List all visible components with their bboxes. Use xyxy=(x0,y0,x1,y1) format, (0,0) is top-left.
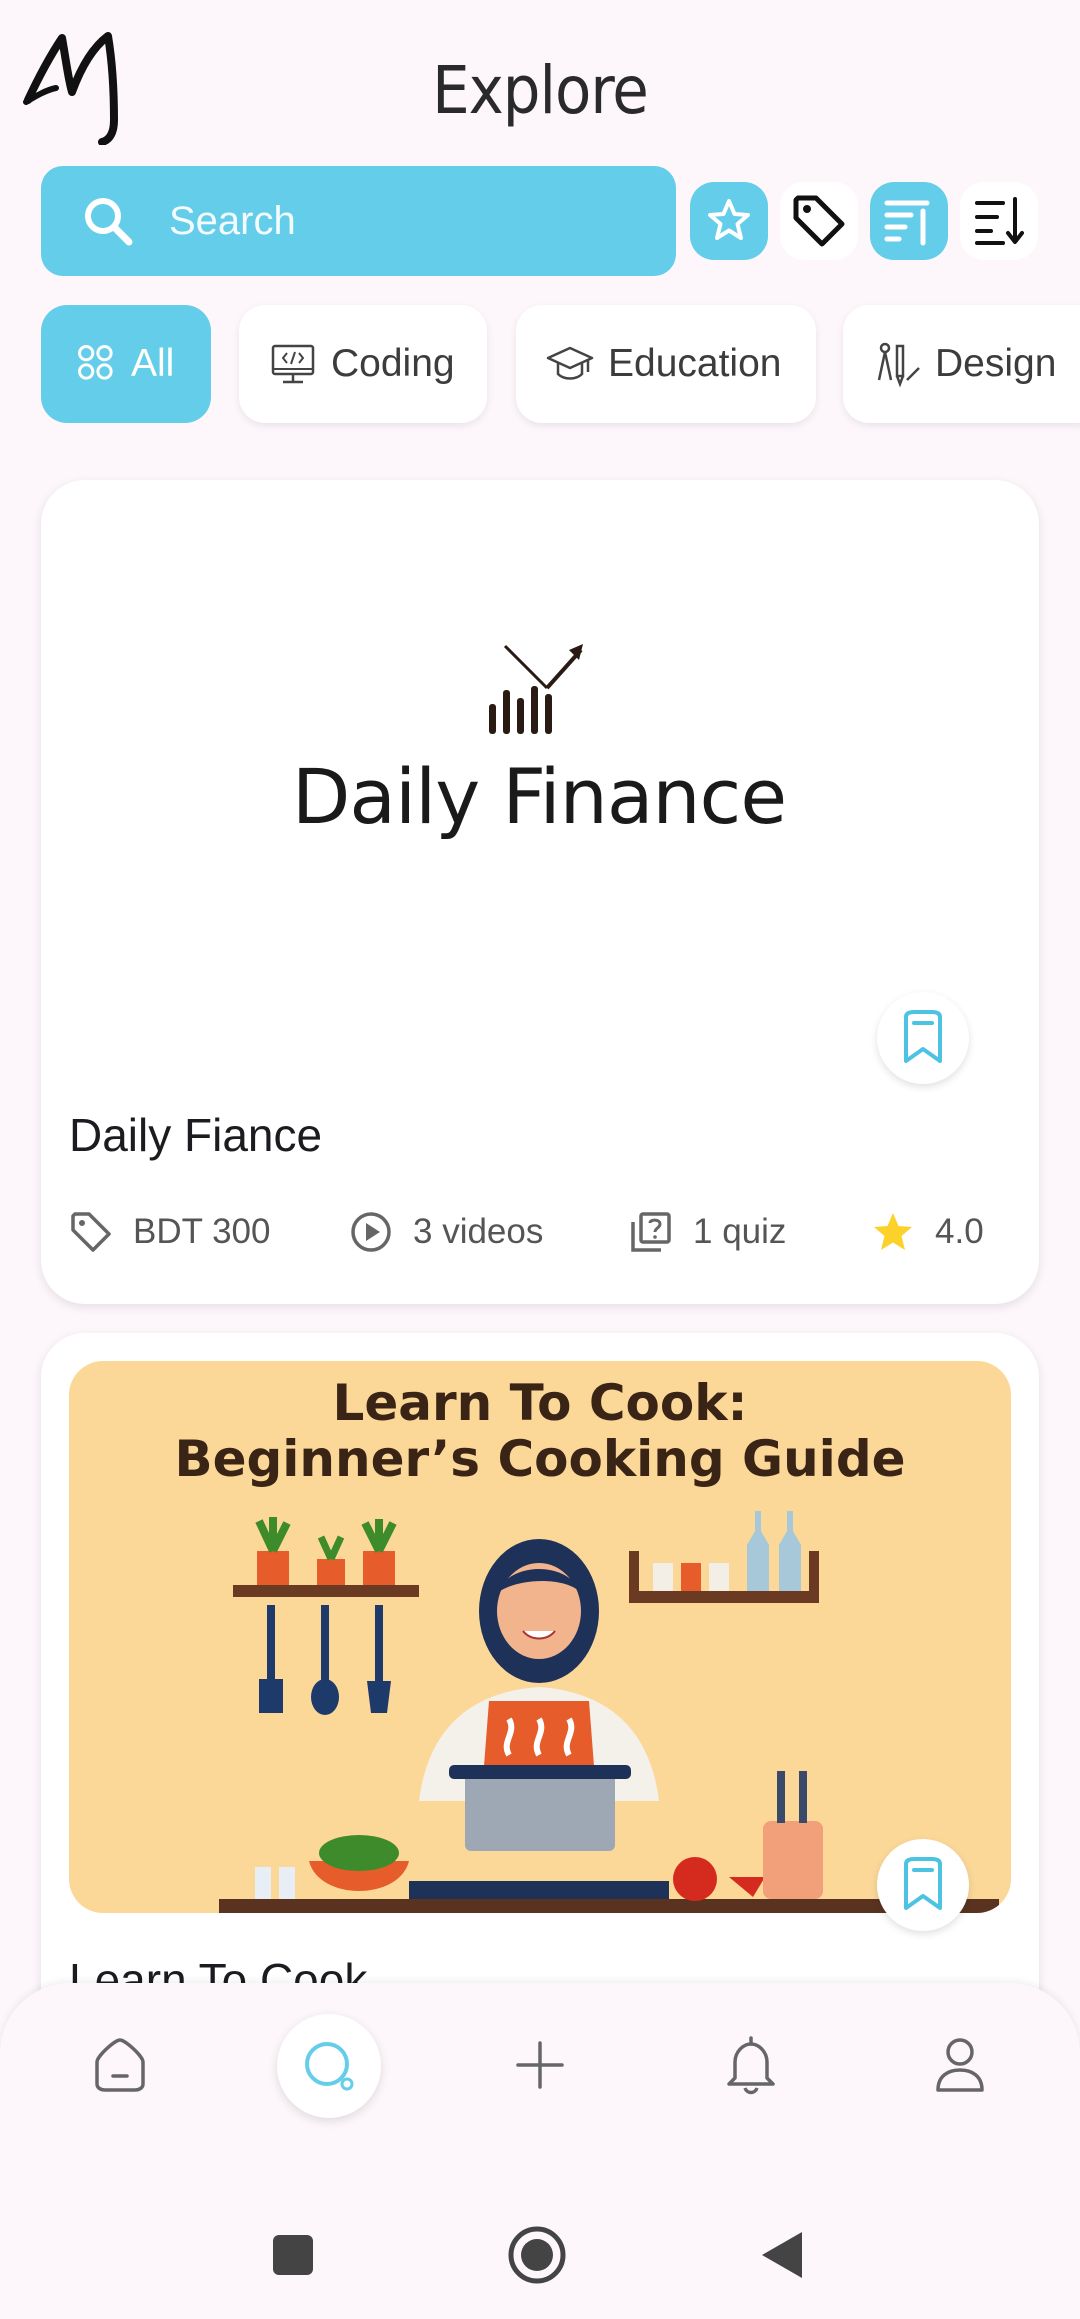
search-icon xyxy=(305,2042,354,2091)
back-button[interactable] xyxy=(746,2220,816,2290)
home-icon xyxy=(95,2038,145,2092)
thumbnail-heading: Daily Finance xyxy=(291,752,787,841)
recent-apps-button[interactable] xyxy=(258,2220,328,2290)
category-chip-all[interactable]: All xyxy=(41,305,211,423)
bookmark-icon xyxy=(904,1010,942,1063)
star-icon xyxy=(874,1213,912,1250)
page-title: Explore xyxy=(432,52,649,129)
course-price-label: BDT 300 xyxy=(133,1212,271,1251)
filter-icon xyxy=(884,200,930,246)
course-videos-label: 3 videos xyxy=(413,1212,544,1251)
category-label: All xyxy=(131,342,175,385)
bookmark-button[interactable] xyxy=(877,992,969,1084)
category-label: Education xyxy=(608,342,782,385)
tag-icon xyxy=(71,1212,111,1252)
graduation-cap-icon xyxy=(546,346,594,380)
course-title: Daily Fiance xyxy=(69,1109,323,1161)
category-chip-design[interactable]: Design xyxy=(843,305,1080,423)
price-filter-button[interactable] xyxy=(780,182,858,260)
search-icon xyxy=(85,198,133,246)
tag-icon xyxy=(793,195,845,247)
sort-icon xyxy=(975,197,1024,245)
thumbnail-heading-line1: Learn To Cook: xyxy=(332,1374,748,1432)
course-quiz-label: 1 quiz xyxy=(693,1212,787,1251)
cooking-illustration xyxy=(219,1511,999,1913)
sort-button[interactable] xyxy=(960,182,1038,260)
design-tools-icon xyxy=(877,342,920,388)
nav-home[interactable] xyxy=(85,2030,155,2100)
home-button[interactable] xyxy=(502,2220,572,2290)
category-label: Design xyxy=(935,342,1057,385)
user-icon xyxy=(936,2038,984,2092)
course-thumbnail: Learn To Cook: Beginner’s Cooking Guide xyxy=(69,1361,1011,1913)
plus-icon xyxy=(516,2041,564,2089)
category-chip-coding[interactable]: Coding xyxy=(239,305,487,423)
bookmark-icon xyxy=(904,1857,942,1910)
course-videos: 3 videos xyxy=(349,1210,543,1254)
circle-home-icon xyxy=(508,2226,566,2284)
category-chip-education[interactable]: Education xyxy=(516,305,816,423)
nav-explore[interactable] xyxy=(277,2014,381,2118)
favorites-filter-button[interactable] xyxy=(690,182,768,260)
nav-profile[interactable] xyxy=(925,2030,995,2100)
nav-notifications[interactable] xyxy=(716,2030,786,2100)
course-rating-label: 4.0 xyxy=(935,1212,984,1251)
course-card[interactable]: Daily Finance Daily Fiance BDT 300 3 vid… xyxy=(41,480,1039,1304)
play-circle-icon xyxy=(351,1212,391,1252)
thumbnail-heading-line2: Beginner’s Cooking Guide xyxy=(174,1430,906,1488)
finance-chart-logo-icon xyxy=(489,644,583,734)
nav-create[interactable] xyxy=(505,2030,575,2100)
course-rating: 4.0 xyxy=(871,1210,984,1254)
bell-icon xyxy=(727,2036,775,2095)
back-triangle-icon xyxy=(762,2232,802,2278)
course-price: BDT 300 xyxy=(69,1210,271,1254)
category-label: Coding xyxy=(331,342,455,385)
search-bar[interactable] xyxy=(41,166,676,276)
monitor-code-icon xyxy=(271,344,315,384)
star-icon xyxy=(708,199,750,240)
grid-icon xyxy=(78,345,113,380)
filter-button[interactable] xyxy=(870,182,948,260)
square-icon xyxy=(273,2235,313,2275)
course-thumbnail: Daily Finance xyxy=(69,510,1009,1070)
course-quiz: 1 quiz xyxy=(629,1210,786,1254)
course-card[interactable]: Learn To Cook: Beginner’s Cooking Guide xyxy=(41,1333,1039,2033)
bookmark-button[interactable] xyxy=(877,1839,969,1931)
quiz-icon xyxy=(631,1212,671,1252)
search-input[interactable] xyxy=(167,197,651,245)
